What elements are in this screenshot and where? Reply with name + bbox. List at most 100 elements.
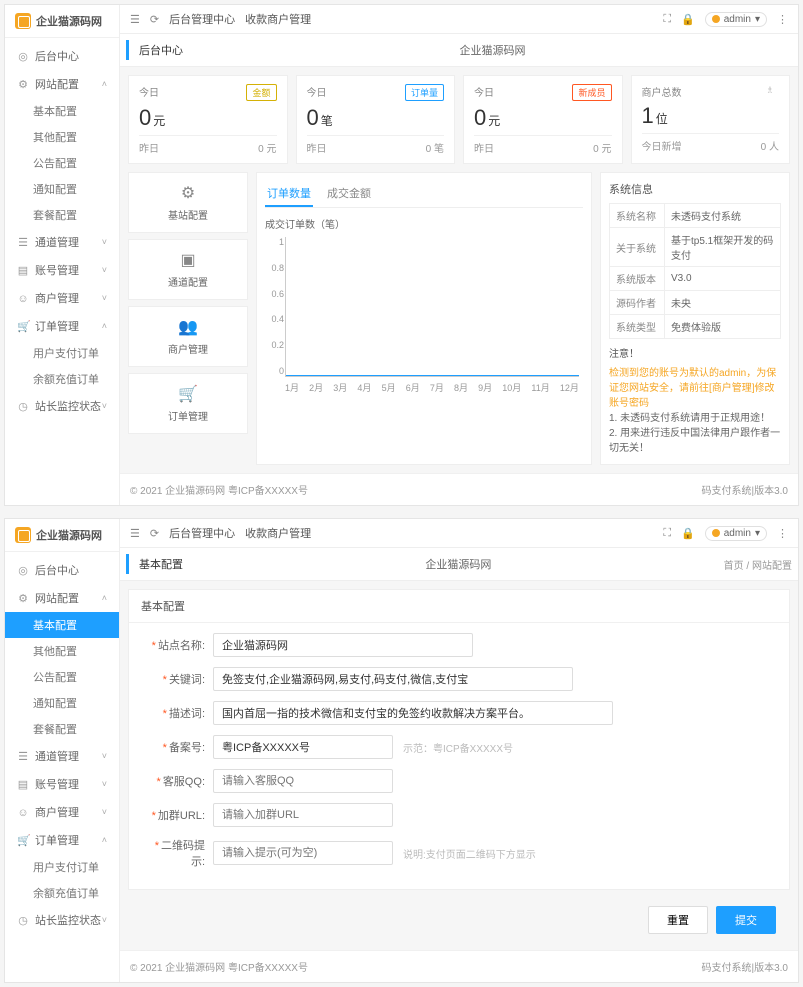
nav-basic-config[interactable]: 基本配置 — [5, 98, 119, 124]
sysinfo-val: V3.0 — [665, 267, 781, 291]
breadcrumb-2[interactable]: 收款商户管理 — [245, 11, 311, 27]
main: ☰ ⟳ 后台管理中心 收款商户管理 ⛶ 🔒 admin▾ ⋮ 后台中心 企业猫源… — [120, 5, 798, 505]
input-group-url[interactable] — [213, 803, 393, 827]
brand-text: 企业猫源码网 — [36, 13, 102, 29]
breadcrumb-2[interactable]: 收款商户管理 — [245, 525, 311, 541]
fullscreen-icon[interactable]: ⛶ — [663, 527, 671, 540]
stat-foot-label: 今日新增 — [642, 138, 682, 153]
nav-announce-config[interactable]: 公告配置 — [5, 664, 119, 690]
nav-announce-config[interactable]: 公告配置 — [5, 150, 119, 176]
sysinfo-val: 未透码支付系统 — [665, 204, 781, 228]
stat-foot-value: 0 元 — [258, 140, 276, 155]
nav-recharge-orders[interactable]: 余额充值订单 — [5, 880, 119, 906]
refresh-icon[interactable]: ⟳ — [150, 527, 159, 540]
input-keywords[interactable] — [213, 667, 573, 691]
input-qq[interactable] — [213, 769, 393, 793]
lock-icon[interactable]: 🔒 — [681, 527, 695, 540]
nav-user-pay-orders[interactable]: 用户支付订单 — [5, 340, 119, 366]
tab-home[interactable]: 后台中心 — [126, 40, 193, 60]
nav-home[interactable]: ◎后台中心 — [5, 42, 119, 70]
notice-warning: 检测到您的账号为默认的admin，为保证您网站安全，请前往[商户管理]修改账号密… — [609, 366, 781, 411]
input-site-name[interactable] — [213, 633, 473, 657]
app-basic-config: 企业猫源码网 ◎后台中心 ⚙网站配置˄ 基本配置 其他配置 公告配置 通知配置 … — [4, 518, 799, 983]
nav-site-config[interactable]: ⚙网站配置˄ — [5, 584, 119, 612]
stat-foot-label: 昨日 — [474, 140, 494, 155]
lock-icon[interactable]: 🔒 — [681, 13, 695, 26]
main: ☰ ⟳ 后台管理中心 收款商户管理 ⛶ 🔒 admin▾ ⋮ 基本配置 企业猫源… — [120, 519, 798, 982]
nav-account[interactable]: ▤账号管理˅ — [5, 256, 119, 284]
stack-icon: ☰ — [17, 750, 29, 763]
avatar-icon — [712, 15, 720, 23]
nav-order[interactable]: 🛒订单管理˄ — [5, 826, 119, 854]
notice-title: 注意！ — [609, 347, 781, 362]
nav-channel[interactable]: ☰通道管理˅ — [5, 228, 119, 256]
nav-channel[interactable]: ☰通道管理˅ — [5, 742, 119, 770]
stat-card: 今日订单量 0笔 昨日0 笔 — [296, 75, 456, 164]
reset-button[interactable]: 重置 — [648, 906, 708, 934]
nav-package-config[interactable]: 套餐配置 — [5, 202, 119, 228]
tab-deal-amount[interactable]: 成交金额 — [325, 181, 373, 207]
user-menu[interactable]: admin▾ — [705, 12, 767, 27]
nav: ◎后台中心 ⚙网站配置˄ 基本配置 其他配置 公告配置 通知配置 套餐配置 ☰通… — [5, 552, 119, 938]
nav-home[interactable]: ◎后台中心 — [5, 556, 119, 584]
app-dashboard: 企业猫源码网 ◎后台中心 ⚙网站配置˄ 基本配置 其他配置 公告配置 通知配置 … — [4, 4, 799, 506]
quick-links: ⚙基站配置▣通道配置👥商户管理🛒订单管理 — [128, 172, 248, 465]
more-icon[interactable]: ⋮ — [777, 527, 788, 540]
nav-notify-config[interactable]: 通知配置 — [5, 176, 119, 202]
stat-card: 今日 新成员 0元 昨日 0 元 — [463, 75, 623, 164]
nav-basic-config[interactable]: 基本配置 — [5, 612, 119, 638]
user-menu[interactable]: admin▾ — [705, 526, 767, 541]
footer: © 2021 企业猫源码网 粤ICP备XXXXX号 码支付系统|版本3.0 — [120, 950, 798, 982]
nav-notify-config[interactable]: 通知配置 — [5, 690, 119, 716]
nav-merchant[interactable]: ☺商户管理˅ — [5, 284, 119, 312]
panel-title: 基本配置 — [129, 590, 789, 623]
monitor-icon: ◷ — [17, 400, 29, 413]
tab-basic-config[interactable]: 基本配置 — [126, 554, 193, 574]
notice-line-1: 1. 未透码支付系统请用于正规用途！ — [609, 411, 781, 426]
tab-order-count[interactable]: 订单数量 — [265, 181, 313, 207]
quick-link[interactable]: ▣通道配置 — [128, 239, 248, 300]
nav-account[interactable]: ▤账号管理˅ — [5, 770, 119, 798]
hint-qrcode: 说明:支付页面二维码下方显示 — [403, 846, 536, 861]
menu-toggle-icon[interactable]: ☰ — [130, 13, 140, 26]
table-row: 系统名称未透码支付系统 — [610, 204, 781, 228]
nav-monitor[interactable]: ◷站长监控状态˅ — [5, 906, 119, 934]
input-qrcode[interactable] — [213, 841, 393, 865]
more-icon[interactable]: ⋮ — [777, 13, 788, 26]
nav-monitor[interactable]: ◷站长监控状态˅ — [5, 392, 119, 420]
fullscreen-icon[interactable]: ⛶ — [663, 13, 671, 26]
nav-site-config[interactable]: ⚙网站配置˄ — [5, 70, 119, 98]
quick-link[interactable]: 👥商户管理 — [128, 306, 248, 367]
input-icp[interactable] — [213, 735, 393, 759]
sysinfo-key: 系统类型 — [610, 315, 665, 339]
quick-icon: ⚙ — [135, 183, 241, 203]
refresh-icon[interactable]: ⟳ — [150, 13, 159, 26]
quick-link[interactable]: ⚙基站配置 — [128, 172, 248, 233]
menu-toggle-icon[interactable]: ☰ — [130, 527, 140, 540]
label-icp: *备案号: — [143, 739, 213, 755]
breadcrumb-1[interactable]: 后台管理中心 — [169, 525, 235, 541]
stat-foot-value: 0 元 — [593, 140, 611, 155]
stat-head-label: 今日 — [139, 84, 159, 101]
user-icon: ☺ — [17, 293, 29, 305]
nav-package-config[interactable]: 套餐配置 — [5, 716, 119, 742]
stat-head-label: 今日 — [474, 84, 494, 101]
quick-link[interactable]: 🛒订单管理 — [128, 373, 248, 434]
nav-order[interactable]: 🛒订单管理˄ — [5, 312, 119, 340]
system-info-panel: 系统信息 系统名称未透码支付系统关于系统基于tp5.1框架开发的码支付系统版本V… — [600, 172, 790, 465]
submit-button[interactable]: 提交 — [716, 906, 776, 934]
notice-line-2: 2. 用来进行违反中国法律用户跟作者一切无关！ — [609, 426, 781, 456]
nav-user-pay-orders[interactable]: 用户支付订单 — [5, 854, 119, 880]
nav-merchant[interactable]: ☺商户管理˅ — [5, 798, 119, 826]
nav-recharge-orders[interactable]: 余额充值订单 — [5, 366, 119, 392]
nav: ◎后台中心 ⚙网站配置˄ 基本配置 其他配置 公告配置 通知配置 套餐配置 ☰通… — [5, 38, 119, 424]
stat-value: 0元 — [474, 105, 612, 131]
stat-tag: 新成员 — [572, 84, 611, 101]
button-row: 重置 提交 — [128, 898, 790, 942]
breadcrumb-1[interactable]: 后台管理中心 — [169, 11, 235, 27]
breadcrumb-path: 首页 / 网站配置 — [724, 557, 792, 572]
nav-other-config[interactable]: 其他配置 — [5, 124, 119, 150]
footer-right: 码支付系统|版本3.0 — [702, 482, 789, 497]
input-description[interactable] — [213, 701, 613, 725]
nav-other-config[interactable]: 其他配置 — [5, 638, 119, 664]
